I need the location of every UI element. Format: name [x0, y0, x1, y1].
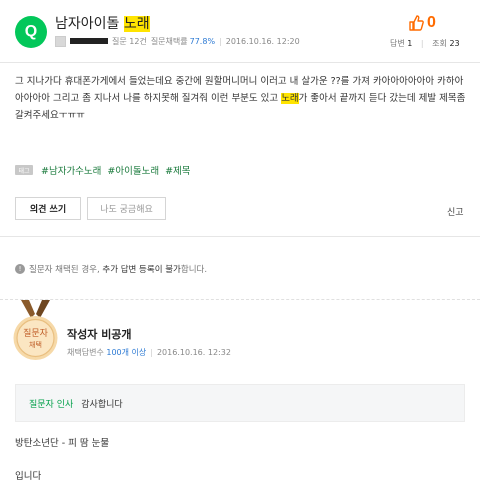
tag-item[interactable]: #아이돌노래: [107, 163, 159, 177]
view-count: 23: [449, 39, 460, 48]
question-count: 질문 12건: [112, 36, 147, 46]
adoption-notice: ! 질문자 채택된 경우, 추가 답변 등록이 불가합니다.: [15, 263, 207, 275]
body-divider: [0, 236, 480, 237]
question-stats: 답변 1 | 조회 23: [390, 39, 460, 48]
me-too-curious-button[interactable]: 나도 궁금해요: [87, 197, 166, 220]
answer-meta: 채택답변수 100개 이상 | 2016.10.16. 12:32: [67, 348, 231, 357]
greeting-text: 감사합니다: [81, 399, 123, 410]
answer-body-line: 방탄소년단 - 피 땀 눈물: [15, 438, 110, 449]
write-opinion-button[interactable]: 의견 쓰기: [15, 197, 81, 220]
tag-list: 태그 #남자가수노래 #아이돌노래 #제목: [15, 163, 191, 177]
author-avatar-icon[interactable]: [55, 35, 66, 47]
header-divider: [0, 62, 480, 63]
question-title: 남자아이돌 노래: [55, 16, 150, 32]
medal-label-line1: 질문자: [23, 327, 49, 339]
meta-divider: |: [219, 36, 222, 46]
question-body: 그 지나가다 휴대폰가게에서 들었는데요 중간에 원할머니머니 이러고 내 살가…: [15, 76, 466, 121]
like-button[interactable]: 0: [408, 14, 436, 32]
questioner-greeting: 질문자 인사 감사합니다: [15, 384, 465, 422]
greeting-label: 질문자 인사: [29, 399, 74, 410]
question-date: 2016.10.16. 12:20: [225, 36, 300, 46]
answer-separator: [0, 299, 480, 300]
medal-label-line2: 채택: [29, 340, 42, 349]
title-highlight: 노래: [123, 16, 150, 32]
thumbs-up-icon: [409, 15, 424, 31]
question-badge-icon: Q: [15, 16, 47, 48]
answer-count: 1: [407, 39, 413, 48]
adopted-count: 100개 이상: [106, 348, 147, 357]
answer-author: 작성자 비공개: [67, 328, 132, 341]
body-highlight: 노래: [281, 93, 299, 104]
answer-body-line: 입니다: [15, 471, 42, 482]
report-link[interactable]: 신고: [447, 205, 464, 218]
adopted-medal-icon: 질문자 채택: [13, 300, 58, 360]
tag-item[interactable]: #제목: [165, 163, 190, 177]
tag-item[interactable]: #남자가수노래: [41, 163, 101, 177]
answer-date: 2016.10.16. 12:32: [156, 348, 231, 357]
info-icon: !: [15, 264, 25, 274]
like-count: 0: [427, 14, 436, 31]
adopt-rate-value: 77.8%: [189, 36, 216, 46]
question-meta: 질문 12건 질문채택률 77.8% | 2016.10.16. 12:20: [55, 35, 300, 47]
adopt-rate-label: 질문채택률: [150, 36, 188, 46]
tag-icon: 태그: [15, 165, 33, 175]
author-name-redacted[interactable]: [70, 38, 108, 44]
